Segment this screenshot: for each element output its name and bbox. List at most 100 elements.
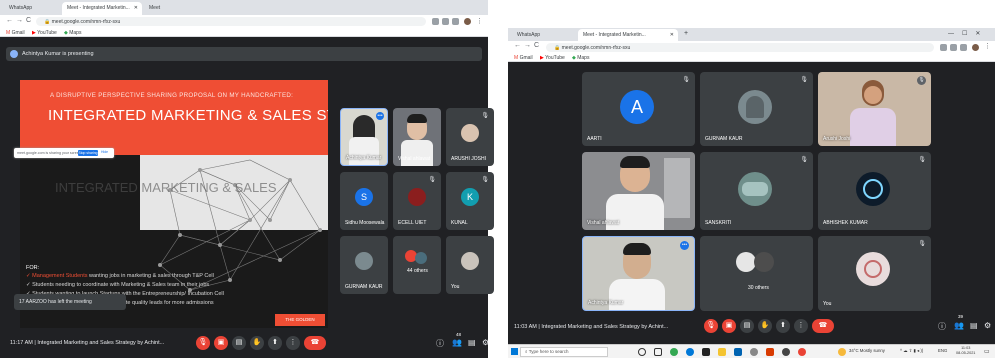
- windows-start-icon[interactable]: [511, 348, 518, 355]
- bookmark-youtube[interactable]: ▶ YouTube: [540, 55, 565, 61]
- right-raise-hand-button[interactable]: ✋: [758, 319, 772, 333]
- notification-icon[interactable]: ▭: [984, 348, 990, 355]
- tile-achintya[interactable]: ••• Achintya Kumar: [340, 108, 388, 166]
- tile-you[interactable]: You: [446, 236, 494, 294]
- mic-off-icon: 🎙: [800, 157, 808, 163]
- right-people-icon[interactable]: 👥: [954, 321, 964, 330]
- mic-off-icon: 🎙: [706, 322, 716, 329]
- left-chat-icon[interactable]: ▤: [468, 338, 476, 347]
- back-icon[interactable]: ←: [6, 17, 13, 24]
- left-tab-meet-2[interactable]: Meet: [144, 2, 196, 15]
- right-chat-icon[interactable]: ▤: [970, 321, 978, 330]
- edge-icon[interactable]: [686, 348, 694, 356]
- tile-abhishek[interactable]: 🎙 ABHISHEK KUMAR: [818, 152, 931, 230]
- forward-icon[interactable]: →: [524, 42, 531, 49]
- time-text: 11:17 AM: [10, 340, 33, 346]
- profile-icon[interactable]: [464, 18, 471, 25]
- taskbar-search[interactable]: ⌕ Type here to search: [520, 347, 608, 357]
- tile-kunal[interactable]: K 🎙 KUNAL: [446, 172, 494, 230]
- tile-gurnam-right[interactable]: 🎙 GURNAM KAUR: [700, 72, 813, 146]
- forward-icon[interactable]: →: [16, 17, 23, 24]
- left-end-call-button[interactable]: ☎: [304, 336, 326, 350]
- menu-icon[interactable]: ⋮: [984, 42, 991, 50]
- right-mic-button[interactable]: 🎙: [704, 319, 718, 333]
- stop-sharing-button[interactable]: Stop sharing: [78, 150, 98, 156]
- present-icon: [10, 50, 18, 58]
- left-present-button[interactable]: ⬆: [268, 336, 282, 350]
- tile-ecell[interactable]: 🎙 ECELL UIET: [393, 172, 441, 230]
- right-info-icon[interactable]: ⓘ: [938, 321, 946, 332]
- speaking-icon: •••: [680, 241, 689, 250]
- tile-sanskriti[interactable]: 🎙 SANSKRITI: [700, 152, 813, 230]
- right-url-bar[interactable]: 🔒 meet.google.com/nmn-rfxz-sxu: [546, 43, 934, 52]
- left-info-icon[interactable]: ⓘ: [436, 338, 444, 349]
- chrome-active-icon[interactable]: [798, 348, 806, 356]
- close-icon[interactable]: ✕: [670, 32, 674, 38]
- hide-button[interactable]: Hide: [101, 150, 108, 154]
- right-tab-meet[interactable]: Meet - Integrated Marketin... ✕: [578, 29, 678, 41]
- office-icon[interactable]: [766, 348, 774, 356]
- bookmark-gmail[interactable]: M Gmail: [6, 30, 25, 36]
- extensions-icon[interactable]: [960, 44, 967, 51]
- peace-icon: [863, 179, 883, 199]
- tile-vishal-right[interactable]: Vishal ahlawat: [582, 152, 695, 230]
- left-activities-icon[interactable]: ⚙: [482, 338, 489, 347]
- left-mic-button[interactable]: 🎙: [196, 336, 210, 350]
- right-present-button[interactable]: ⬆: [776, 319, 790, 333]
- extensions-icon[interactable]: [452, 18, 459, 25]
- camera-icon[interactable]: [432, 18, 439, 25]
- language-indicator[interactable]: ENG: [938, 348, 947, 353]
- tile-arushi[interactable]: 🎙 ARUSHI JOSHI: [446, 108, 494, 166]
- bookmark-maps[interactable]: ◆ Maps: [64, 30, 81, 36]
- right-tab-whatsapp[interactable]: WhatsApp: [512, 29, 576, 41]
- tile-arushi-right[interactable]: 🎙 Arushi Joshi: [818, 72, 931, 146]
- right-more-button[interactable]: ⋮: [794, 319, 808, 333]
- tile-vishal[interactable]: Vishal ahlawat: [393, 108, 441, 166]
- window-controls[interactable]: —☐✕: [948, 30, 988, 37]
- tile-others-right[interactable]: 30 others: [700, 236, 813, 311]
- close-icon[interactable]: ✕: [134, 5, 138, 11]
- lock-icon: 🔒: [554, 45, 562, 51]
- settings-icon[interactable]: [750, 348, 758, 356]
- bookmark-gmail[interactable]: M Gmail: [514, 55, 533, 61]
- camera-icon[interactable]: [940, 44, 947, 51]
- left-raise-hand-button[interactable]: ✋: [250, 336, 264, 350]
- tile-aarti[interactable]: A 🎙 AARTI: [582, 72, 695, 146]
- tile-others[interactable]: 44 others: [393, 236, 441, 294]
- tile-gurnam[interactable]: GURNAM KAUR: [340, 236, 388, 294]
- left-url-bar[interactable]: 🔒 meet.google.com/nmn-rfxz-sxu: [36, 17, 426, 26]
- store-icon[interactable]: [702, 348, 710, 356]
- left-camera-button[interactable]: ▣: [214, 336, 228, 350]
- tile-sidhu[interactable]: S Sidhu Moosewala: [340, 172, 388, 230]
- back-icon[interactable]: ←: [514, 42, 521, 49]
- star-icon[interactable]: [950, 44, 957, 51]
- bookmark-youtube[interactable]: ▶ YouTube: [32, 30, 57, 36]
- new-tab-icon[interactable]: +: [684, 30, 688, 37]
- chrome-icon[interactable]: [670, 348, 678, 356]
- left-more-button[interactable]: ⋮: [286, 336, 300, 350]
- left-captions-button[interactable]: ▤: [232, 336, 246, 350]
- reload-icon[interactable]: C: [26, 17, 31, 24]
- star-icon[interactable]: [442, 18, 449, 25]
- reload-icon[interactable]: C: [534, 42, 539, 49]
- task-view-icon[interactable]: [654, 348, 662, 356]
- menu-icon[interactable]: ⋮: [476, 17, 483, 25]
- tile-you-right[interactable]: 🎙 You: [818, 236, 931, 311]
- tile-achintya-right[interactable]: ••• Achintya Kumar: [582, 236, 695, 311]
- cortana-icon[interactable]: [638, 348, 646, 356]
- right-end-call-button[interactable]: ☎: [812, 319, 834, 333]
- url-text: meet.google.com/nmn-rfxz-sxu: [51, 19, 121, 25]
- profile-icon[interactable]: [972, 44, 979, 51]
- tray-icons[interactable]: ^ ☁ ⇧ ▮ ◂ )): [900, 348, 923, 354]
- explorer-icon[interactable]: [718, 348, 726, 356]
- right-activities-icon[interactable]: ⚙: [984, 321, 991, 330]
- right-captions-button[interactable]: ▤: [740, 319, 754, 333]
- mail-icon[interactable]: [734, 348, 742, 356]
- app-icon[interactable]: [782, 348, 790, 356]
- taskbar-clock[interactable]: 11:03 08-05-2021: [956, 346, 975, 356]
- bookmark-maps[interactable]: ◆ Maps: [572, 55, 589, 61]
- left-people-icon[interactable]: 👥: [452, 338, 462, 347]
- left-tab-whatsapp[interactable]: WhatsApp: [4, 2, 60, 15]
- right-camera-button[interactable]: ▣: [722, 319, 736, 333]
- left-tab-meet[interactable]: Meet - Integrated Marketin... ✕: [62, 2, 142, 15]
